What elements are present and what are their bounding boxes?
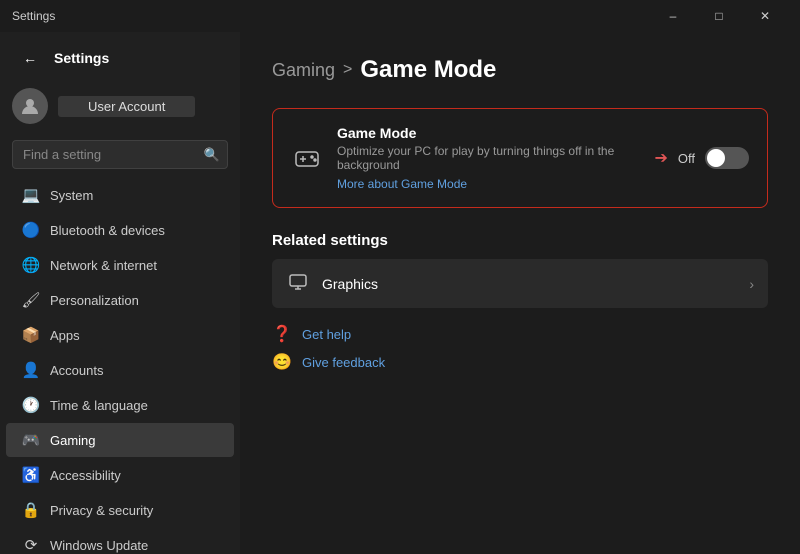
- nav-label-network: Network & internet: [50, 258, 157, 273]
- related-settings-title: Related settings: [272, 232, 768, 249]
- sidebar-item-accessibility[interactable]: ♿ Accessibility: [6, 458, 234, 492]
- nav-icon-personalization: 🖌: [22, 291, 40, 309]
- sidebar-item-apps[interactable]: 📦 Apps: [6, 318, 234, 352]
- nav-label-privacy: Privacy & security: [50, 503, 153, 518]
- nav-label-personalization: Personalization: [50, 293, 139, 308]
- game-mode-toggle[interactable]: [705, 147, 749, 169]
- close-button[interactable]: ✕: [742, 0, 788, 32]
- nav-label-gaming: Gaming: [50, 433, 96, 448]
- search-box: 🔍: [12, 140, 228, 169]
- sidebar-app-title: Settings: [54, 50, 109, 66]
- sidebar-item-privacy[interactable]: 🔒 Privacy & security: [6, 493, 234, 527]
- help-label-get-help: Get help: [302, 327, 351, 342]
- nav-label-accessibility: Accessibility: [50, 468, 121, 483]
- user-section[interactable]: User Account: [0, 80, 240, 136]
- nav-label-accounts: Accounts: [50, 363, 103, 378]
- game-mode-link[interactable]: More about Game Mode: [337, 177, 467, 191]
- nav-icon-system: 💻: [22, 186, 40, 204]
- nav-list: 💻 System 🔵 Bluetooth & devices 🌐 Network…: [0, 177, 240, 554]
- breadcrumb-current: Game Mode: [360, 56, 496, 84]
- titlebar-controls: – □ ✕: [650, 0, 788, 32]
- breadcrumb-parent: Gaming: [272, 60, 335, 81]
- sidebar-header: ← Settings: [0, 32, 240, 80]
- titlebar: Settings – □ ✕: [0, 0, 800, 32]
- nav-icon-time: 🕐: [22, 396, 40, 414]
- sidebar-item-bluetooth[interactable]: 🔵 Bluetooth & devices: [6, 213, 234, 247]
- toggle-knob: [707, 149, 725, 167]
- sidebar-item-system[interactable]: 💻 System: [6, 178, 234, 212]
- gamemode-icon: [291, 142, 323, 174]
- help-link-get-help[interactable]: ❓ Get help: [272, 324, 768, 344]
- sidebar: ← Settings User Account 🔍 💻 System 🔵 Blu…: [0, 32, 240, 554]
- content-area: Gaming > Game Mode Game Mode Optimize yo…: [240, 32, 800, 554]
- nav-icon-bluetooth: 🔵: [22, 221, 40, 239]
- game-mode-text: Game Mode Optimize your PC for play by t…: [337, 125, 640, 191]
- user-name: User Account: [58, 96, 195, 117]
- nav-label-bluetooth: Bluetooth & devices: [50, 223, 165, 238]
- minimize-button[interactable]: –: [650, 0, 696, 32]
- game-mode-card: Game Mode Optimize your PC for play by t…: [272, 108, 768, 208]
- graphics-icon: [286, 271, 310, 296]
- nav-icon-windows-update: ⟳: [22, 536, 40, 554]
- sidebar-item-accounts[interactable]: 👤 Accounts: [6, 353, 234, 387]
- sidebar-item-gaming[interactable]: 🎮 Gaming: [6, 423, 234, 457]
- toggle-area: ➔ Off: [654, 147, 749, 169]
- titlebar-title: Settings: [12, 9, 650, 23]
- breadcrumb-sep: >: [343, 61, 352, 79]
- arrow-icon: ➔: [654, 148, 667, 168]
- graphics-label: Graphics: [322, 276, 737, 292]
- nav-icon-apps: 📦: [22, 326, 40, 344]
- help-label-give-feedback: Give feedback: [302, 355, 385, 370]
- nav-label-apps: Apps: [50, 328, 80, 343]
- help-icon-give-feedback: 😊: [272, 352, 292, 372]
- nav-label-system: System: [50, 188, 93, 203]
- nav-icon-privacy: 🔒: [22, 501, 40, 519]
- nav-icon-accessibility: ♿: [22, 466, 40, 484]
- nav-icon-accounts: 👤: [22, 361, 40, 379]
- help-icon-get-help: ❓: [272, 324, 292, 344]
- nav-icon-gaming: 🎮: [22, 431, 40, 449]
- sidebar-item-personalization[interactable]: 🖌 Personalization: [6, 283, 234, 317]
- search-icon: 🔍: [204, 147, 220, 163]
- sidebar-item-network[interactable]: 🌐 Network & internet: [6, 248, 234, 282]
- app-body: ← Settings User Account 🔍 💻 System 🔵 Blu…: [0, 32, 800, 554]
- sidebar-item-time[interactable]: 🕐 Time & language: [6, 388, 234, 422]
- nav-label-windows-update: Windows Update: [50, 538, 148, 553]
- chevron-right-icon: ›: [749, 276, 754, 292]
- maximize-button[interactable]: □: [696, 0, 742, 32]
- avatar: [12, 88, 48, 124]
- back-button[interactable]: ←: [16, 44, 44, 72]
- game-mode-title: Game Mode: [337, 125, 640, 141]
- game-mode-desc: Optimize your PC for play by turning thi…: [337, 144, 640, 172]
- breadcrumb: Gaming > Game Mode: [272, 56, 768, 84]
- nav-icon-network: 🌐: [22, 256, 40, 274]
- nav-label-time: Time & language: [50, 398, 148, 413]
- back-icon: ←: [23, 50, 37, 66]
- graphics-row[interactable]: Graphics ›: [272, 259, 768, 308]
- search-input[interactable]: [12, 140, 228, 169]
- sidebar-item-windows-update[interactable]: ⟳ Windows Update: [6, 528, 234, 554]
- help-link-give-feedback[interactable]: 😊 Give feedback: [272, 352, 768, 372]
- help-links: ❓ Get help 😊 Give feedback: [272, 324, 768, 372]
- toggle-label: Off: [678, 151, 695, 166]
